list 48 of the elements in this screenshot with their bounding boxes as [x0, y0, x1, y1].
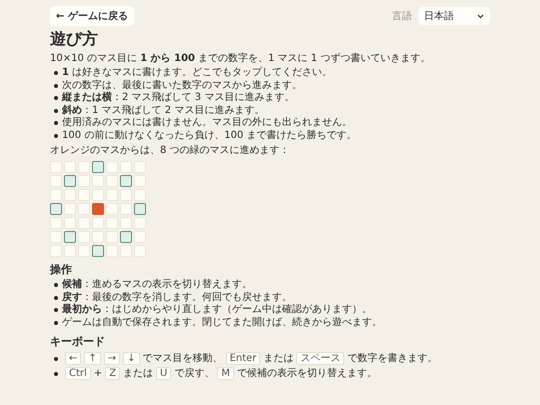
key-cap: ↓: [123, 352, 140, 365]
rule-item: 斜め：1 マス飛ばして 2 マス目に進みます。: [62, 104, 264, 116]
bullet-icon: [54, 356, 58, 360]
intro-text: 10×10 のマス目に 1 から 100 までの数字を、1 マスに 1 つずつ書いていきます。: [50, 52, 432, 65]
language-label: 言語: [392, 10, 412, 23]
key-cap: スペース: [296, 352, 344, 365]
chevron-down-icon: [477, 14, 484, 18]
bullet-icon: [54, 71, 58, 76]
key-cap: Enter: [226, 352, 260, 365]
section-heading: 操作: [50, 263, 73, 277]
key-cap: U: [156, 367, 172, 380]
key-cap: ←: [65, 352, 82, 365]
bullet-icon: [54, 308, 58, 312]
bullet-icon: [54, 283, 58, 288]
bullet-icon: [54, 121, 58, 126]
key-cap: →: [104, 352, 120, 365]
bullet-icon: [54, 96, 58, 100]
controls-item: 候補：進めるマスの表示を切り替えます。: [62, 279, 252, 292]
keyboard-text: で数字を書きます。: [347, 352, 438, 366]
keyboard-text: または: [123, 367, 154, 381]
section-heading: キーボード: [50, 335, 106, 349]
bullet-icon: [54, 84, 58, 88]
page-title: 遊び方: [50, 29, 99, 49]
bullet-icon: [54, 372, 58, 376]
key-cap: ↑: [84, 352, 101, 365]
keyboard-text: で戻す、: [174, 366, 214, 381]
keyboard-text: で候補の表示を切り替えます。: [237, 366, 378, 381]
keyboard-text: +: [94, 367, 102, 381]
rule-item: 縦または横：2 マス飛ばして 3 マス目に進みます。: [62, 92, 294, 104]
keyboard-text: または: [263, 352, 294, 366]
key-cap: M: [217, 367, 234, 380]
bullet-icon: [54, 134, 58, 138]
back-button[interactable]: ← ゲームに戻る: [50, 6, 134, 26]
rule-item: 次の数字は、最後に書いた数字のマスから進みます。: [62, 80, 302, 92]
controls-item: 戻す：最後の数字を消します。何回でも戻せます。: [62, 292, 292, 303]
keyboard-text: でマス目を移動、: [142, 352, 223, 366]
bullet-icon: [54, 320, 58, 325]
key-cap: Ctrl: [65, 367, 91, 380]
key-cap: Z: [105, 367, 120, 380]
rule-item: 100 の前に動けなくなったら負け、100 まで書けたら勝ちです。: [62, 130, 357, 142]
bullet-icon: [54, 296, 58, 300]
controls-item: ゲームは自動で保存されます。閉じてまた開けば、続きから遊べます。: [62, 316, 382, 329]
bullet-icon: [54, 108, 58, 113]
rule-item: 1 は好きなマスに書けます。どこでもタップしてください。: [62, 67, 332, 80]
language-select[interactable]: 日本語: [418, 7, 490, 25]
controls-item: 最初から：はじめからやり直します（ゲーム中は確認があります）。: [62, 304, 372, 316]
diagram-caption: オレンジのマスからは、8 つの緑のマスに進めます：: [50, 144, 291, 157]
rule-item: 使用済みのマスには書けません。マス目の外にも出られません。: [62, 117, 352, 130]
